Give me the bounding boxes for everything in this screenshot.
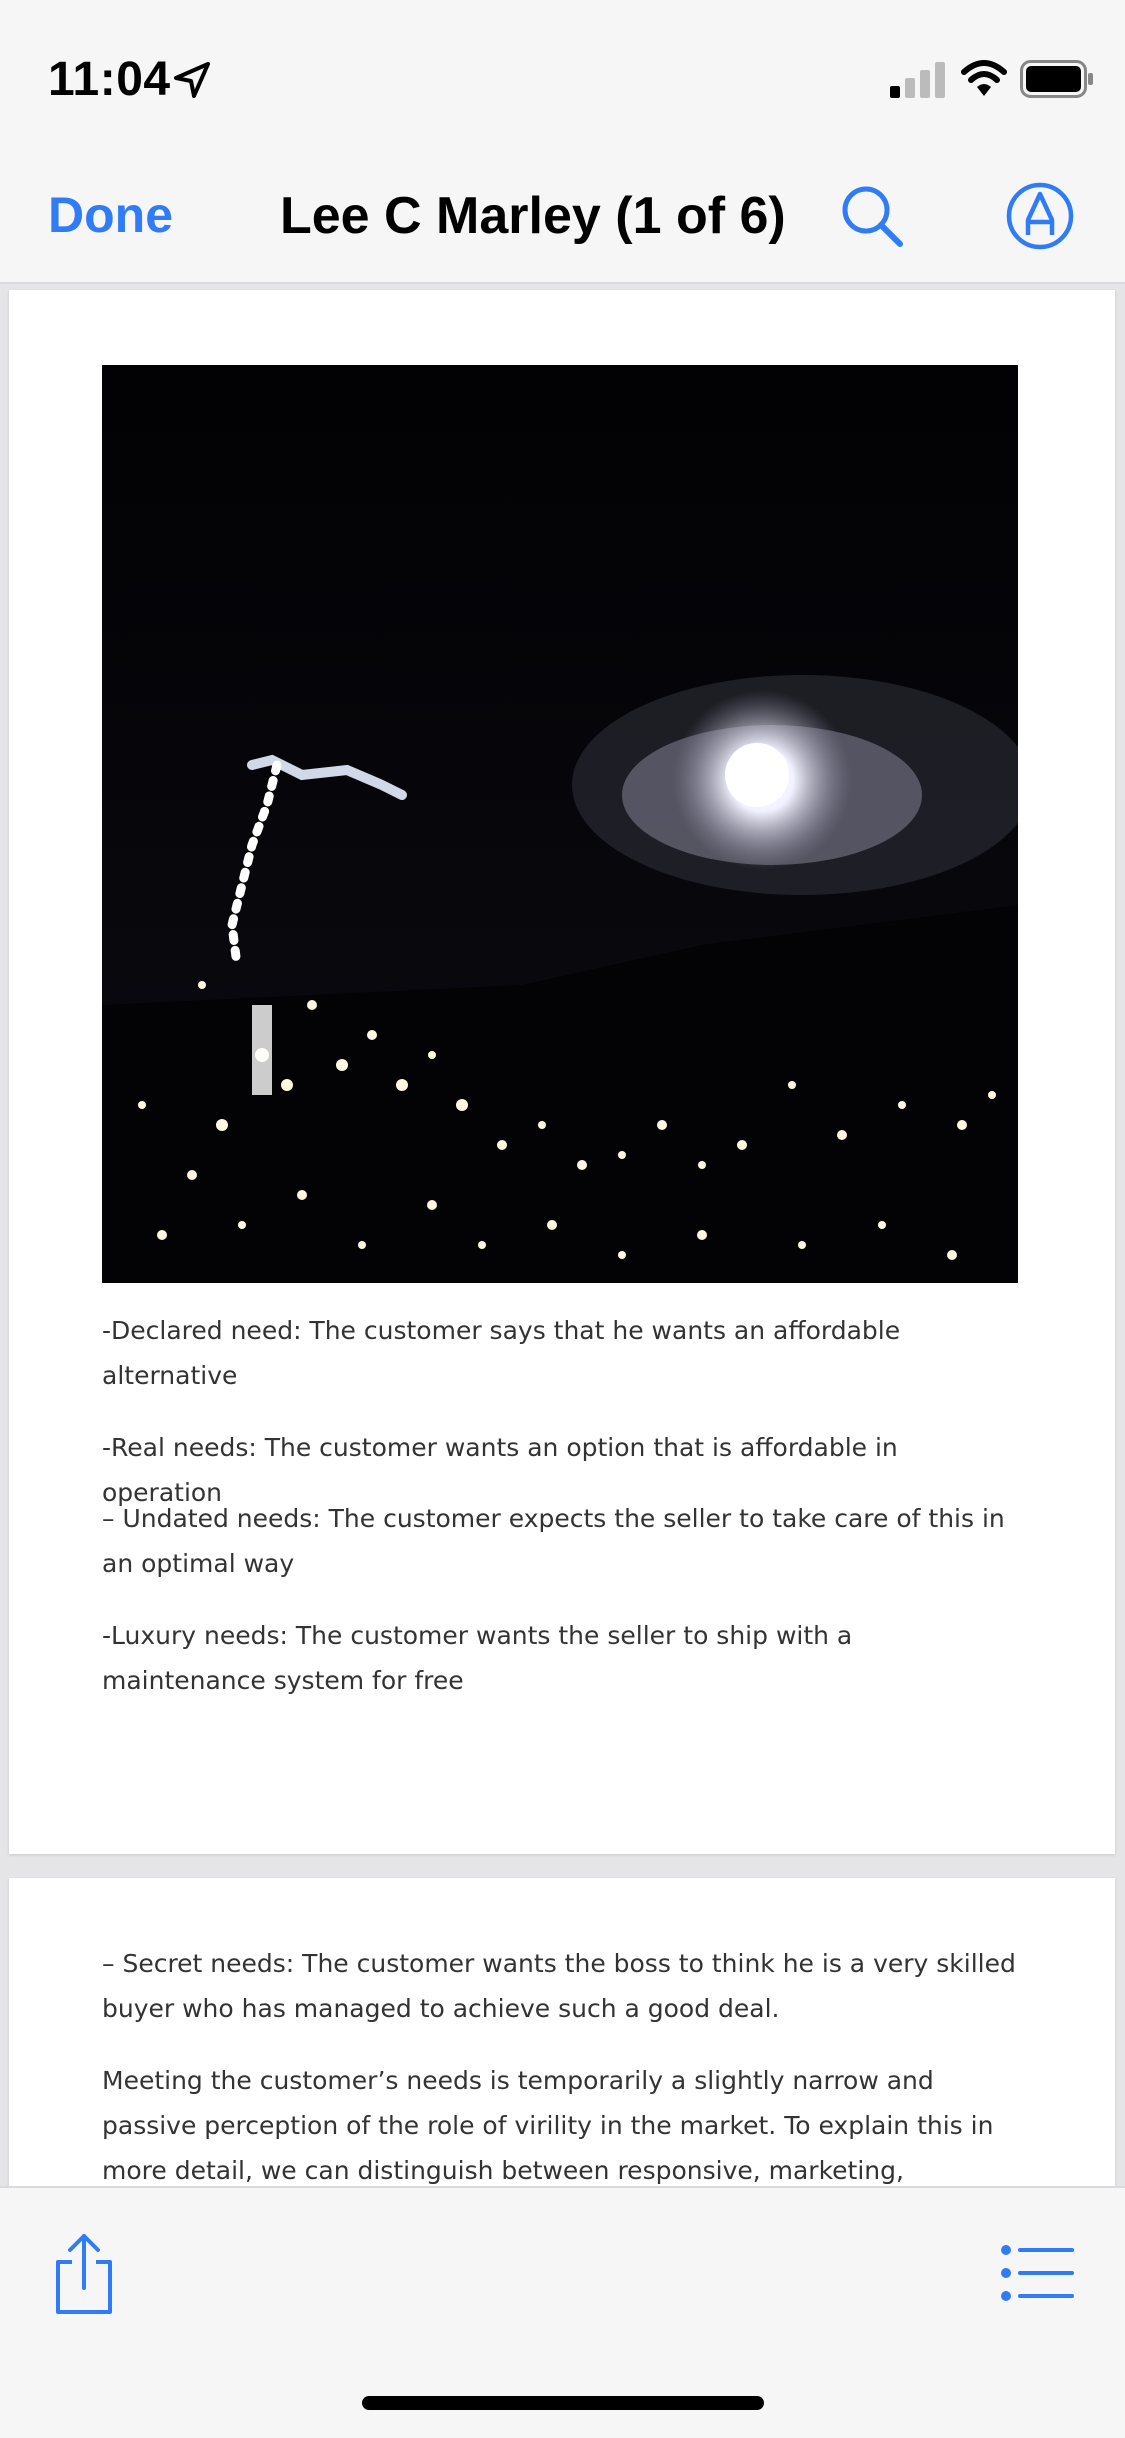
night-moon-photo <box>102 365 1018 1283</box>
markup-pen-icon[interactable] <box>1004 180 1076 252</box>
navigation-bar: Done Lee C Marley (1 of 6) <box>0 150 1125 284</box>
document-viewer[interactable]: -Declared need: The customer says that h… <box>0 284 1125 2186</box>
status-time: 11:04 <box>48 53 171 106</box>
paragraph-meeting-needs: Meeting the customer’s needs is temporar… <box>102 2066 994 2185</box>
paragraph-undated-needs: – Undated needs: The customer expects th… <box>102 1504 1005 1578</box>
location-arrow-icon <box>174 62 210 98</box>
list-icon[interactable] <box>1000 2242 1074 2304</box>
done-button[interactable]: Done <box>48 186 173 244</box>
paragraph-luxury-needs: -Luxury needs: The customer wants the se… <box>102 1621 853 1695</box>
document-title: Lee C Marley (1 of 6) <box>280 187 786 245</box>
home-indicator[interactable] <box>362 2396 764 2410</box>
document-page-2: – Secret needs: The customer wants the b… <box>9 1878 1115 2186</box>
search-icon[interactable] <box>836 180 908 252</box>
wifi-icon <box>961 60 1007 96</box>
share-icon[interactable] <box>52 2232 116 2316</box>
battery-icon <box>1020 60 1093 98</box>
document-page-1: -Declared need: The customer says that h… <box>9 290 1115 1854</box>
status-bar: 11:04 <box>0 0 1125 150</box>
cellular-signal-icon <box>890 62 945 98</box>
paragraph-secret-needs: – Secret needs: The customer wants the b… <box>102 1949 1016 2023</box>
paragraph-declared-need: -Declared need: The customer says that h… <box>102 1316 901 1390</box>
